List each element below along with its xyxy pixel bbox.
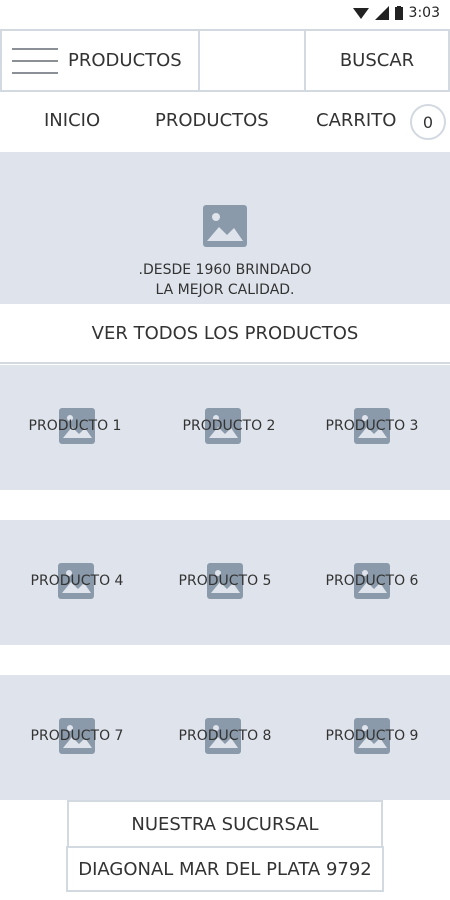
see-all-products-button[interactable]: VER TODOS LOS PRODUCTOS [0,304,450,364]
product-row: PRODUCTO 1 PRODUCTO 2 PRODUCTO 3 [0,365,450,490]
product-label: PRODUCTO 3 [325,418,419,434]
product-label: PRODUCTO 9 [325,728,419,744]
product-label: PRODUCTO 5 [178,573,272,589]
signal-icon [374,6,389,20]
product-card[interactable]: PRODUCTO 8 [150,675,300,800]
status-bar: 3:03 [0,0,450,28]
product-card[interactable]: PRODUCTO 3 [300,365,450,490]
product-card[interactable]: PRODUCTO 6 [300,520,450,645]
menu-button[interactable]: PRODUCTOS [2,31,200,90]
battery-icon [394,6,403,20]
image-placeholder-icon [203,205,247,247]
status-icons: 3:03 [352,5,440,21]
product-row: PRODUCTO 7 PRODUCTO 8 PRODUCTO 9 [0,675,450,800]
product-label: PRODUCTO 7 [30,728,124,744]
nav-item-inicio[interactable]: INICIO [44,110,100,131]
wifi-icon [352,8,369,19]
hamburger-icon[interactable] [12,41,58,81]
top-bar-title: PRODUCTOS [68,50,182,71]
product-label: PRODUCTO 6 [325,573,419,589]
search-button[interactable]: BUSCAR [306,31,448,90]
product-label: PRODUCTO 8 [178,728,272,744]
product-card[interactable]: PRODUCTO 9 [300,675,450,800]
product-label: PRODUCTO 1 [28,418,122,434]
product-card[interactable]: PRODUCTO 5 [150,520,300,645]
product-card[interactable]: PRODUCTO 7 [0,675,150,800]
hero-line-2: LA MEJOR CALIDAD. [155,282,295,298]
hero-line-1: .DESDE 1960 BRINDADO [138,262,312,278]
main-nav: INICIO PRODUCTOS CARRITO [0,95,450,147]
nav-item-carrito[interactable]: CARRITO [316,110,396,131]
product-card[interactable]: PRODUCTO 2 [150,365,300,490]
top-bar: PRODUCTOS BUSCAR [0,29,450,92]
branch-title: NUESTRA SUCURSAL [67,800,383,848]
hero-text: .DESDE 1960 BRINDADO LA MEJOR CALIDAD. [0,260,450,300]
hero-banner: .DESDE 1960 BRINDADO LA MEJOR CALIDAD. [0,152,450,304]
product-row: PRODUCTO 4 PRODUCTO 5 PRODUCTO 6 [0,520,450,645]
branch-address[interactable]: DIAGONAL MAR DEL PLATA 9792 [66,846,384,892]
status-time: 3:03 [408,5,440,21]
product-card[interactable]: PRODUCTO 4 [0,520,150,645]
product-label: PRODUCTO 2 [182,418,276,434]
product-label: PRODUCTO 4 [30,573,124,589]
search-input[interactable] [200,31,306,90]
cart-count-badge[interactable]: 0 [410,104,446,140]
product-card[interactable]: PRODUCTO 1 [0,365,150,490]
nav-item-productos[interactable]: PRODUCTOS [155,110,269,131]
